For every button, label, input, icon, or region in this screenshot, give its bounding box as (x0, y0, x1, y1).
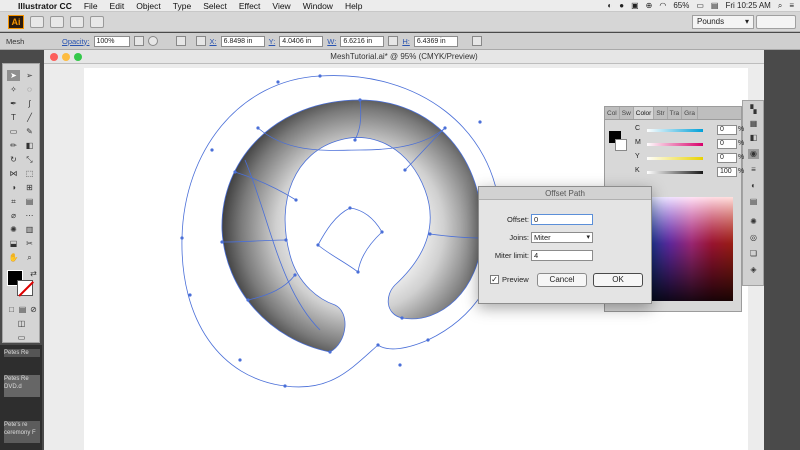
rotate-tool-icon[interactable]: ↻ (7, 154, 20, 165)
panel-icon[interactable]: ✺ (748, 217, 759, 227)
direct-selection-tool-icon[interactable]: ➢ (23, 70, 36, 81)
joins-value: Miter (534, 233, 551, 242)
offset-label: Offset: (507, 215, 529, 224)
slice-tool-icon[interactable]: ✂ (23, 238, 36, 249)
desktop-thumbnails: Petes Re Petes Re DVD.d Pete's re ceremo… (0, 345, 42, 450)
free-transform-tool-icon[interactable]: ⬚ (23, 168, 36, 179)
channel-label: C (635, 125, 641, 132)
percent-label: % (738, 126, 745, 133)
tab-gradient[interactable]: Gra (682, 107, 699, 119)
magenta-value-field[interactable]: 0 (717, 139, 737, 149)
yellow-slider-row[interactable]: Y 0 % (635, 153, 745, 163)
cyan-slider[interactable] (647, 129, 703, 132)
panel-stroke-swatch[interactable] (615, 139, 627, 151)
tab-stroke[interactable]: Str (654, 107, 668, 119)
miter-limit-input[interactable]: 4 (531, 250, 593, 261)
ok-button[interactable]: OK (593, 273, 643, 287)
draw-mode-icon[interactable]: ◫ (15, 318, 28, 329)
panel-icon[interactable]: ◎ (748, 233, 759, 243)
scale-tool-icon[interactable]: ⤡ (23, 154, 36, 165)
panel-icon[interactable]: ❏ (748, 249, 759, 259)
mesh-object[interactable] (221, 99, 483, 353)
gradient-tool-icon[interactable]: ▤ (23, 196, 36, 207)
eraser-tool-icon[interactable]: ◧ (23, 140, 36, 151)
miter-limit-label: Miter limit: (494, 251, 529, 260)
offset-input[interactable]: 0 (531, 214, 593, 225)
rectangle-tool-icon[interactable]: ▭ (7, 126, 20, 137)
screen-mode-icon[interactable]: ▭ (15, 332, 28, 343)
channel-label: K (635, 167, 640, 174)
color-panel-tabs: Col Sw Color Str Tra Gra (605, 107, 741, 120)
tab-color[interactable]: Color (633, 107, 655, 119)
black-value-field[interactable]: 100 (717, 167, 737, 177)
magic-wand-tool-icon[interactable]: ✧ (7, 84, 20, 95)
desktop-file-thumbnail[interactable]: Petes Re (4, 349, 40, 357)
panel-icon[interactable]: ▤ (748, 197, 759, 207)
cyan-value-field[interactable]: 0 (717, 125, 737, 135)
none-indicator (18, 281, 34, 297)
shape-builder-tool-icon[interactable]: ◑ (7, 182, 20, 193)
column-graph-tool-icon[interactable]: ▥ (23, 224, 36, 235)
zoom-tool-icon[interactable]: ⌕ (23, 252, 36, 263)
channel-label: M (635, 139, 641, 146)
stroke-swatch[interactable] (17, 280, 34, 297)
cyan-slider-row[interactable]: C 0 % (635, 125, 745, 135)
black-slider-row[interactable]: K 100 % (635, 167, 745, 177)
tab-swatches[interactable]: Sw (620, 107, 634, 119)
dialog-title: Offset Path (479, 187, 651, 200)
preview-checkbox[interactable]: ✓ (490, 275, 499, 284)
curvature-tool-icon[interactable]: ∫ (23, 98, 36, 109)
percent-label: % (738, 168, 745, 175)
color-guide-icon[interactable]: ◉ (748, 149, 759, 159)
pen-tool-icon[interactable]: ✒ (7, 98, 20, 109)
black-slider[interactable] (647, 171, 703, 174)
panel-icon[interactable]: ◐ (748, 181, 759, 191)
joins-select[interactable]: Miter ▾ (531, 232, 593, 243)
type-tool-icon[interactable]: T (7, 112, 20, 123)
eyedropper-tool-icon[interactable]: ⌀ (7, 210, 20, 221)
chevron-down-icon: ▾ (586, 234, 590, 241)
blend-tool-icon[interactable]: ⋯ (23, 210, 36, 221)
yellow-slider[interactable] (647, 157, 703, 160)
lasso-tool-icon[interactable]: ◌ (23, 84, 36, 95)
desktop-file-thumbnail[interactable]: Pete's re ceremony F (4, 421, 40, 443)
symbol-sprayer-tool-icon[interactable]: ✺ (7, 224, 20, 235)
yellow-value-field[interactable]: 0 (717, 153, 737, 163)
width-tool-icon[interactable]: ⋈ (7, 168, 20, 179)
paintbrush-tool-icon[interactable]: ✎ (23, 126, 36, 137)
panel-icon[interactable]: ◧ (748, 133, 759, 143)
offset-path-dialog: Offset Path Offset: 0 Joins: Miter ▾ Mit… (478, 186, 652, 304)
tab-transparency[interactable]: Tra (668, 107, 683, 119)
magenta-slider-row[interactable]: M 0 % (635, 139, 745, 149)
layers-icon[interactable]: ◈ (748, 265, 759, 275)
tools-panel: ➤ ➢ ✧ ◌ ✒ ∫ T ╱ ▭ ✎ ✏ ◧ ↻ ⤡ ⋈ ⬚ ◑ ⊞ ⌗ ▤ … (2, 63, 40, 343)
pencil-tool-icon[interactable]: ✏ (7, 140, 20, 151)
swap-fill-stroke-icon[interactable]: ⇄ (27, 268, 40, 279)
joins-label: Joins: (509, 233, 529, 242)
tab-color-guide[interactable]: Col (605, 107, 620, 119)
artboard-tool-icon[interactable]: ⬓ (7, 238, 20, 249)
line-tool-icon[interactable]: ╱ (23, 112, 36, 123)
hand-tool-icon[interactable]: ✋ (7, 252, 20, 263)
selection-tool-icon[interactable]: ➤ (7, 70, 20, 81)
panel-icon[interactable]: ≡ (748, 165, 759, 175)
perspective-grid-tool-icon[interactable]: ⊞ (23, 182, 36, 193)
panel-icon[interactable]: ▦ (748, 119, 759, 129)
percent-label: % (738, 154, 745, 161)
magenta-slider[interactable] (647, 143, 703, 146)
percent-label: % (738, 140, 745, 147)
preview-label: Preview (502, 275, 529, 284)
channel-label: Y (635, 153, 640, 160)
panel-icon[interactable]: ▚ (748, 105, 759, 115)
collapsed-panels-strip: ▚ ▦ ◧ ◉ ≡ ◐ ▤ ✺ ◎ ❏ ◈ (742, 100, 764, 286)
inner-path[interactable] (317, 207, 383, 273)
desktop-file-thumbnail[interactable]: Petes Re DVD.d (4, 375, 40, 397)
none-mode-icon[interactable]: ⊘ (27, 304, 40, 315)
mesh-tool-icon[interactable]: ⌗ (7, 196, 20, 207)
cancel-button[interactable]: Cancel (537, 273, 587, 287)
